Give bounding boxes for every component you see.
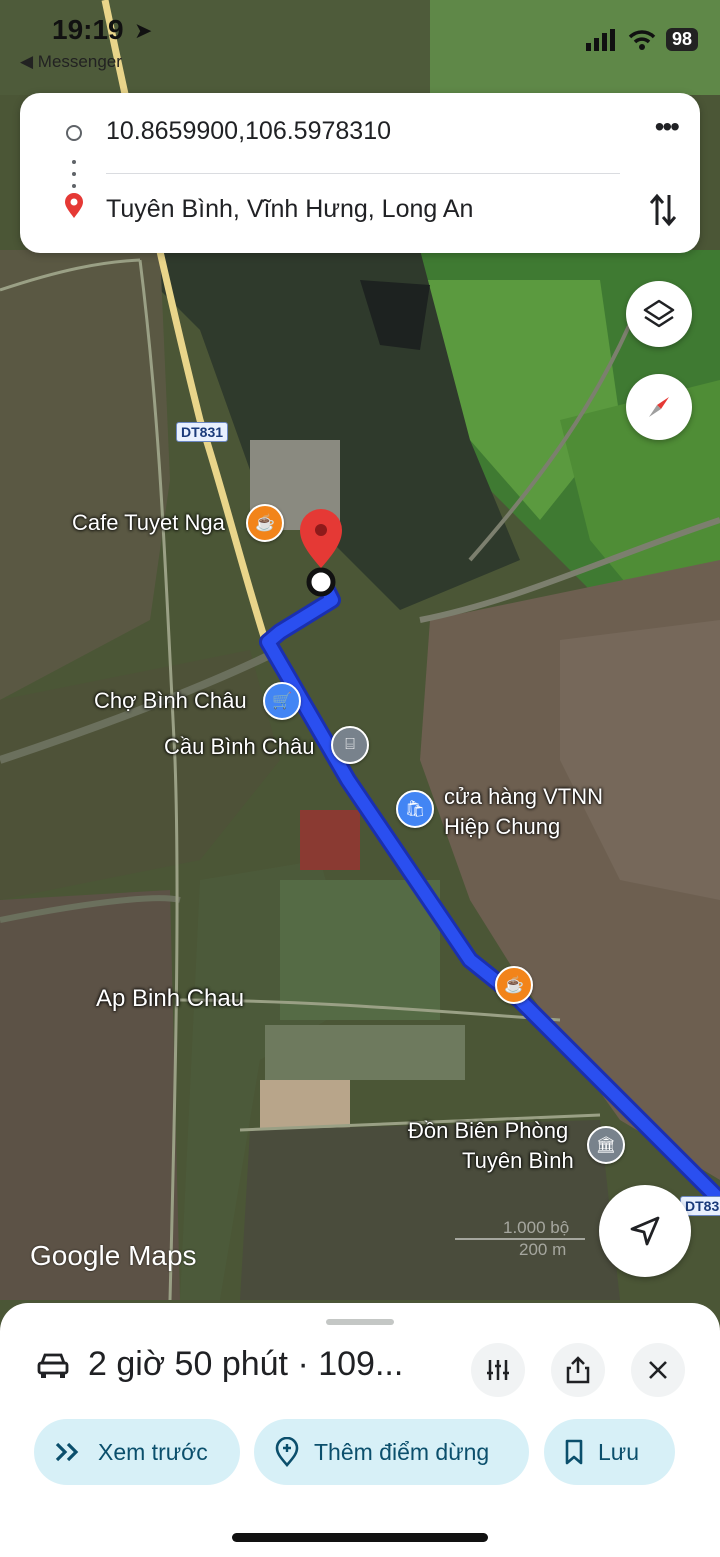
navigation-arrow-icon <box>630 1216 660 1246</box>
layers-button[interactable] <box>626 281 692 347</box>
close-button[interactable] <box>631 1343 685 1397</box>
google-maps-logo: Google Maps <box>30 1240 197 1271</box>
share-icon <box>566 1356 590 1384</box>
cafe-icon[interactable]: ☕ <box>495 966 533 1004</box>
battery-level: 98 <box>665 28 698 51</box>
poi-label-cafe-tuyet-nga[interactable]: Cafe Tuyet Nga <box>72 510 225 536</box>
directions-card: 10.8659900,106.5978310 Tuyên Bình, Vĩnh … <box>20 93 700 253</box>
poi-label-tuyen-binh[interactable]: Tuyên Bình <box>462 1148 574 1174</box>
origin-circle-icon <box>66 125 82 141</box>
home-indicator[interactable] <box>232 1533 488 1542</box>
area-label-ap-binh-chau: Ap Binh Chau <box>96 985 245 1012</box>
wifi-icon <box>628 29 656 50</box>
add-stop-label: Thêm điểm dừng <box>314 1438 490 1465</box>
location-arrow-icon: ➤ <box>134 18 153 43</box>
map-scale: 1.000 bộ 200 m <box>455 1218 585 1260</box>
origin-row[interactable]: 10.8659900,106.5978310 <box>20 105 700 165</box>
poi-label-cau-binh-chau[interactable]: Cầu Bình Châu <box>164 734 314 760</box>
shopping-cart-icon[interactable]: 🛒 <box>263 682 301 720</box>
save-button[interactable]: Lưu <box>544 1419 675 1485</box>
poi-label-hiep-chung[interactable]: Hiệp Chung <box>444 814 560 840</box>
destination-pin-icon <box>65 193 83 218</box>
save-label: Lưu <box>598 1438 639 1465</box>
bridge-icon[interactable]: ⌸ <box>331 726 369 764</box>
road-shield-dt831: DT831 <box>176 422 229 442</box>
origin-field[interactable]: 10.8659900,106.5978310 <box>106 117 391 146</box>
divider <box>106 173 620 174</box>
bookmark-icon <box>565 1439 583 1465</box>
cafe-icon[interactable]: ☕ <box>246 504 284 542</box>
add-stop-button[interactable]: Thêm điểm dừng <box>254 1419 529 1485</box>
close-icon <box>649 1361 667 1379</box>
trip-summary-row: 2 giờ 50 phút · 109... <box>0 1337 720 1401</box>
preview-button[interactable]: Xem trước <box>34 1419 240 1485</box>
more-options-icon[interactable]: ••• <box>655 113 680 141</box>
route-bottom-sheet: 2 giờ 50 phút · 109... Xem trước Thêm đi… <box>0 1303 720 1557</box>
scale-imperial: 1.000 bộ <box>503 1218 570 1237</box>
poi-label-cua-hang-vtnn[interactable]: cửa hàng VTNN <box>444 784 603 810</box>
car-icon <box>37 1353 69 1378</box>
share-button[interactable] <box>551 1343 605 1397</box>
government-building-icon[interactable]: 🏛 <box>587 1126 625 1164</box>
poi-label-don-bien-phong[interactable]: Đồn Biên Phòng <box>408 1118 568 1144</box>
poi-label-cho-binh-chau[interactable]: Chợ Bình Châu <box>94 688 247 714</box>
destination-field[interactable]: Tuyên Bình, Vĩnh Hưng, Long An <box>106 195 473 224</box>
shopping-bag-icon[interactable]: 🛍 <box>396 790 434 828</box>
sheet-drag-handle[interactable] <box>326 1319 394 1325</box>
scale-metric: 200 m <box>519 1240 567 1259</box>
route-options-button[interactable] <box>471 1343 525 1397</box>
double-chevron-right-icon <box>55 1442 79 1462</box>
back-to-app-link[interactable]: ◀ Messenger <box>20 52 122 72</box>
preview-label: Xem trước <box>98 1438 208 1465</box>
compass-button[interactable] <box>626 374 692 440</box>
trip-duration-distance: 2 giờ 50 phút · 109... <box>88 1345 404 1383</box>
cellular-signal-icon <box>585 28 615 51</box>
status-time: 19:19 <box>52 14 124 45</box>
swap-directions-icon[interactable] <box>650 193 676 227</box>
status-bar: 19:19 ➤ ◀ Messenger 98 <box>0 0 720 80</box>
destination-row[interactable]: Tuyên Bình, Vĩnh Hưng, Long An <box>20 183 700 243</box>
layers-icon <box>643 299 675 328</box>
compass-icon <box>649 397 669 417</box>
recenter-button[interactable] <box>599 1185 691 1277</box>
add-location-icon <box>275 1437 299 1467</box>
sliders-icon <box>487 1360 509 1380</box>
